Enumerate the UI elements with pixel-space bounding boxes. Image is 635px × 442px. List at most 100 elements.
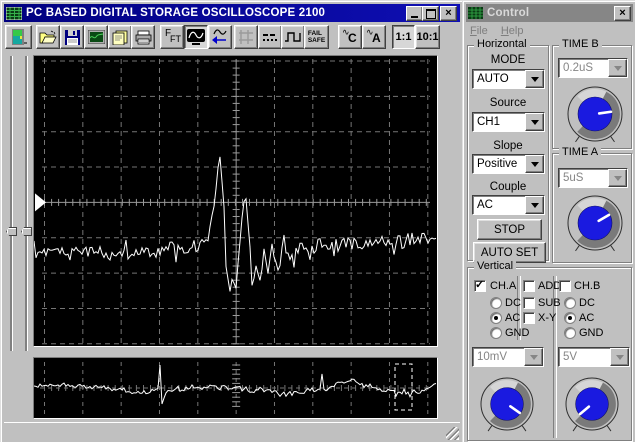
wave-display-button[interactable] [184, 25, 208, 49]
group-horizontal: Horizontal MODE AUTO Source CH1 Slope Po… [467, 38, 549, 263]
group-time-b: TIME B 0.2uS [552, 38, 632, 152]
status-bar [4, 422, 460, 441]
menu-file[interactable]: File [470, 25, 488, 37]
control-app-icon [468, 7, 483, 19]
ch-a-checkbox[interactable] [474, 278, 486, 292]
time-b-knob[interactable] [560, 79, 630, 152]
time-a-knob[interactable] [560, 188, 630, 261]
ch-b-gnd-label: GND [579, 327, 604, 339]
source-select[interactable]: CH1 [472, 112, 545, 132]
fail-safe-button[interactable]: FAIL SAFE [304, 25, 329, 49]
stop-button[interactable]: STOP [477, 219, 542, 240]
minimize-button[interactable] [406, 6, 423, 21]
ch-a-gnd-radio[interactable] [490, 327, 502, 339]
slider-thumb[interactable] [6, 227, 17, 236]
open-file-button[interactable] [36, 25, 60, 49]
open-folder-icon [39, 30, 57, 44]
ch-a-label: CH.A [490, 280, 517, 292]
ch-a-ac-radio[interactable] [490, 312, 502, 324]
dropdown-arrow-icon [608, 59, 627, 77]
slider-track [25, 56, 28, 351]
maximize-button[interactable] [422, 6, 439, 21]
ch-a-dc-radio[interactable] [490, 297, 502, 309]
dropdown-arrow-icon [610, 348, 629, 366]
probe-1-1-button[interactable]: 1:1 [392, 25, 415, 49]
couple-select[interactable]: AC [472, 195, 545, 215]
add-checkbox[interactable] [523, 280, 535, 292]
control-close-button[interactable]: × [614, 6, 631, 21]
main-titlebar[interactable]: PC BASED DIGITAL STORAGE OSCILLOSCOPE 21… [4, 4, 460, 22]
wave-cursor-button[interactable] [208, 25, 232, 49]
capture-button[interactable] [84, 25, 108, 49]
screen-capture-icon [87, 30, 105, 44]
save-button[interactable] [60, 25, 84, 49]
slider-thumb[interactable] [21, 227, 32, 236]
position-slider-b[interactable] [20, 56, 32, 351]
grid-icon [239, 30, 253, 44]
exit-button[interactable] [5, 25, 32, 49]
overview-scope-display [33, 357, 438, 419]
sub-checkbox[interactable] [523, 297, 535, 309]
ch-a-ac-label: AC [505, 312, 521, 324]
slider-track [10, 56, 13, 351]
ch-b-dc-label: DC [579, 297, 595, 309]
volts-b-select[interactable]: 5V [558, 347, 630, 367]
oscilloscope-window: PC BASED DIGITAL STORAGE OSCILLOSCOPE 21… [0, 0, 464, 442]
probe-10-1-button[interactable]: 10:1 [415, 25, 440, 49]
waveform-screen-icon [187, 29, 205, 45]
xy-label: X-Y [538, 312, 557, 324]
time-b-select[interactable]: 0.2uS [558, 58, 628, 78]
menu-bar: File Help [470, 25, 533, 37]
group-time-b-label: TIME B [559, 38, 602, 50]
square-wave-button[interactable] [281, 25, 305, 49]
position-slider-a[interactable] [5, 56, 17, 351]
mode-select[interactable]: AUTO [472, 69, 545, 89]
control-titlebar[interactable]: Control × [466, 4, 633, 22]
ch-a-dc-label: DC [505, 297, 521, 309]
close-button[interactable]: × [440, 6, 457, 21]
dropdown-arrow-icon [524, 348, 543, 366]
calibrate-a-button[interactable]: ∿ A [362, 25, 386, 49]
group-vertical-label: Vertical [474, 260, 517, 272]
square-wave-icon [285, 32, 301, 42]
volts-a-knob[interactable] [473, 370, 541, 441]
ch-a-gnd-label: GND [505, 327, 530, 339]
ch-b-checkbox[interactable] [559, 280, 571, 292]
sine-a-icon: ∿ A [366, 27, 381, 45]
printer-icon [135, 30, 151, 44]
menu-help[interactable]: Help [501, 25, 524, 37]
volts-a-select[interactable]: 10mV [472, 347, 544, 367]
group-vertical: Vertical CH.A ADD CH.B DC SUB DC AC X-Y … [467, 260, 632, 441]
ch-b-gnd-radio[interactable] [564, 327, 576, 339]
grid-toggle-button[interactable] [234, 25, 258, 49]
group-horizontal-label: Horizontal [474, 38, 530, 50]
ch-b-ac-radio[interactable] [564, 312, 576, 324]
time-a-select[interactable]: 5uS [558, 168, 628, 188]
slope-select[interactable]: Positive [472, 154, 545, 174]
mode-label: MODE [490, 54, 526, 66]
print-button[interactable] [131, 25, 155, 49]
group-time-a-label: TIME A [559, 146, 602, 158]
couple-label: Couple [489, 181, 527, 193]
dashed-lines-button[interactable] [258, 25, 282, 49]
overview-trace [33, 362, 437, 415]
screen: PC BASED DIGITAL STORAGE OSCILLOSCOPE 21… [0, 0, 635, 442]
ch-b-dc-radio[interactable] [564, 297, 576, 309]
ch-b-label: CH.B [574, 280, 601, 292]
volts-b-knob[interactable] [558, 370, 626, 441]
dropdown-arrow-icon [608, 169, 627, 187]
xy-checkbox[interactable] [523, 312, 535, 324]
ch-b-ac-label: AC [579, 312, 595, 324]
fft-text-icon: F FT [165, 28, 181, 44]
fail-safe-icon: FAIL SAFE [307, 30, 326, 44]
dashed-lines-icon [263, 34, 277, 41]
fft-button[interactable]: F FT [160, 25, 184, 49]
control-window: Control × File Help Horizontal MODE AUTO… [462, 0, 635, 442]
notes-icon [112, 30, 128, 45]
add-label: ADD [538, 280, 562, 292]
resize-grip-icon[interactable] [446, 427, 459, 440]
maximize-icon [425, 8, 436, 19]
calibrate-c-button[interactable]: ∿ C [338, 25, 362, 49]
source-label: Source [489, 97, 527, 109]
notes-button[interactable] [108, 25, 132, 49]
